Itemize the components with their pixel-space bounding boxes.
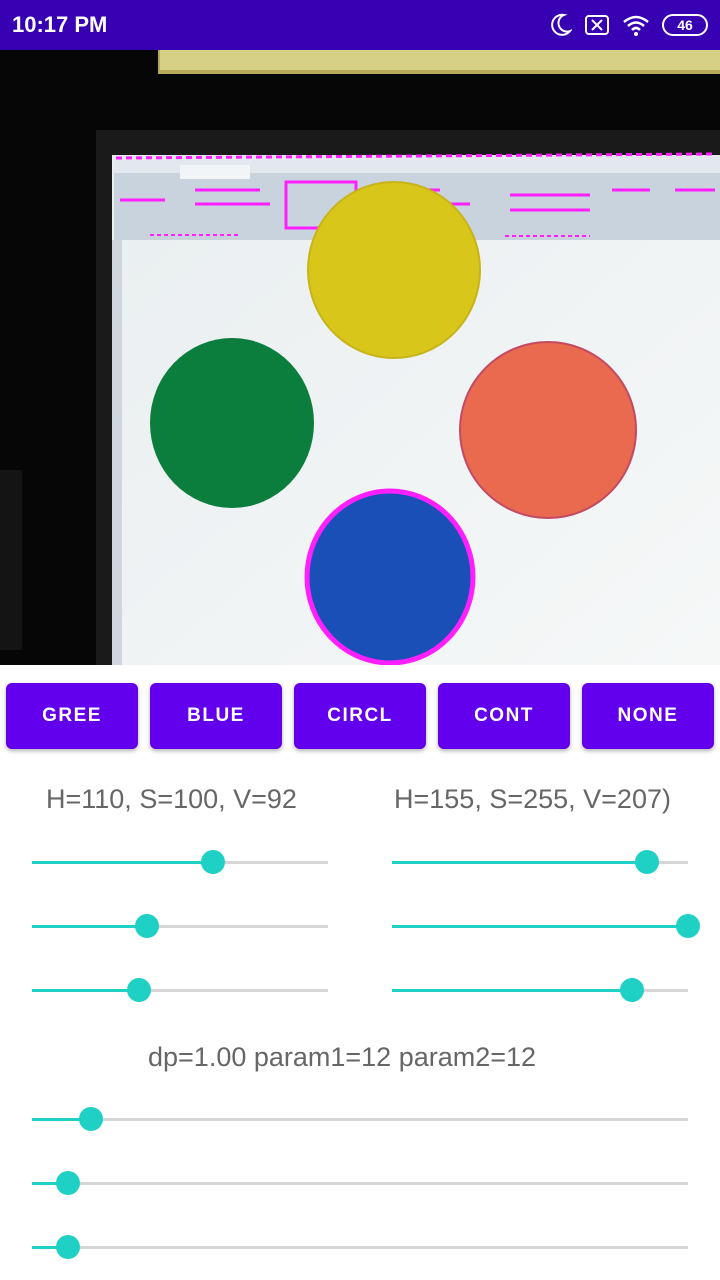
slider-fill	[392, 925, 688, 928]
none-mode-button[interactable]: NONE	[582, 683, 714, 749]
hsv-upper-readout: H=155, S=255, V=207)	[394, 784, 671, 814]
slider-fill	[32, 989, 139, 992]
slider-fill	[392, 861, 647, 864]
slider-thumb[interactable]	[676, 914, 700, 938]
battery-icon: 46	[662, 14, 708, 36]
camera-feed-image	[0, 50, 720, 665]
slider-fill	[32, 861, 213, 864]
moon-icon	[550, 13, 572, 37]
status-bar: 10:17 PM 46	[0, 0, 720, 50]
slider-fill	[32, 925, 148, 928]
slider-thumb[interactable]	[79, 1107, 104, 1131]
value-upper-slider[interactable]	[392, 975, 688, 1005]
param2-slider[interactable]	[32, 1232, 688, 1262]
wifi-icon	[622, 14, 650, 36]
camera-preview	[0, 50, 720, 665]
hsv-lower-readout: H=110, S=100, V=92	[46, 784, 297, 814]
notification-x-icon	[584, 14, 610, 36]
hough-params-readout: dp=1.00 param1=12 param2=12	[148, 1042, 537, 1072]
slider-thumb[interactable]	[200, 850, 225, 874]
slider-thumb[interactable]	[56, 1171, 81, 1195]
slider-track	[32, 1118, 688, 1121]
circle-mode-button[interactable]: CIRCL	[294, 683, 426, 749]
status-icons: 46	[550, 11, 708, 39]
slider-track	[32, 1182, 688, 1185]
slider-fill	[392, 989, 632, 992]
green-mode-button[interactable]: GREE	[6, 683, 138, 749]
slider-thumb[interactable]	[634, 850, 659, 874]
slider-thumb[interactable]	[619, 978, 644, 1002]
hue-upper-slider[interactable]	[392, 847, 688, 877]
mode-button-row: GREE BLUE CIRCL CONT NONE	[0, 683, 720, 749]
value-lower-slider[interactable]	[32, 975, 328, 1005]
saturation-lower-slider[interactable]	[32, 911, 328, 941]
slider-track	[32, 1246, 688, 1249]
saturation-upper-slider[interactable]	[392, 911, 700, 941]
hue-lower-slider[interactable]	[32, 847, 328, 877]
contour-mode-button[interactable]: CONT	[438, 683, 570, 749]
slider-thumb[interactable]	[135, 914, 160, 938]
blue-mode-button[interactable]: BLUE	[150, 683, 282, 749]
param1-slider[interactable]	[32, 1168, 688, 1198]
status-time: 10:17 PM	[12, 12, 108, 37]
slider-thumb[interactable]	[56, 1235, 81, 1259]
app-screen: 10:17 PM 46 GREE BLUE CIRCL CONT NONE H=…	[0, 0, 720, 1280]
slider-thumb[interactable]	[126, 978, 151, 1002]
dp-slider[interactable]	[32, 1104, 688, 1134]
